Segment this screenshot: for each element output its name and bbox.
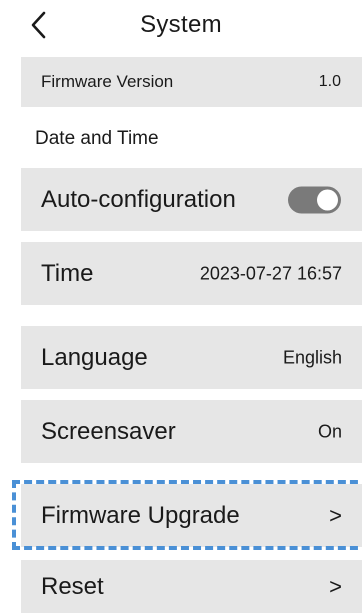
- language-value: English: [282, 347, 342, 367]
- firmware-version-value: 1.0: [318, 73, 341, 90]
- toggle-knob: [317, 189, 338, 210]
- page-title: System: [140, 11, 222, 38]
- auto-configuration-label: Auto-configuration: [41, 185, 236, 213]
- language-label: Language: [41, 343, 148, 371]
- screensaver-row[interactable]: Screensaver On: [21, 400, 362, 463]
- auto-configuration-row[interactable]: Auto-configuration: [21, 168, 362, 231]
- screensaver-value: On: [317, 421, 342, 441]
- firmware-upgrade-row[interactable]: Firmware Upgrade >: [21, 484, 362, 547]
- reset-label: Reset: [41, 572, 104, 600]
- time-value: 2023-07-27 16:57: [199, 263, 342, 283]
- chevron-right-icon: >: [329, 573, 342, 599]
- time-label: Time: [41, 259, 94, 287]
- reset-row[interactable]: Reset >: [21, 560, 362, 613]
- header: System: [0, 0, 362, 50]
- firmware-upgrade-label: Firmware Upgrade: [41, 501, 240, 529]
- auto-configuration-toggle[interactable]: [288, 186, 341, 213]
- screensaver-label: Screensaver: [41, 417, 176, 445]
- firmware-version-label: Firmware Version: [41, 72, 174, 91]
- firmware-version-row: Firmware Version 1.0: [21, 57, 362, 107]
- chevron-right-icon: >: [329, 502, 342, 528]
- time-row[interactable]: Time 2023-07-27 16:57: [21, 242, 362, 305]
- language-row[interactable]: Language English: [21, 326, 362, 389]
- date-time-section-label: Date and Time: [35, 128, 159, 149]
